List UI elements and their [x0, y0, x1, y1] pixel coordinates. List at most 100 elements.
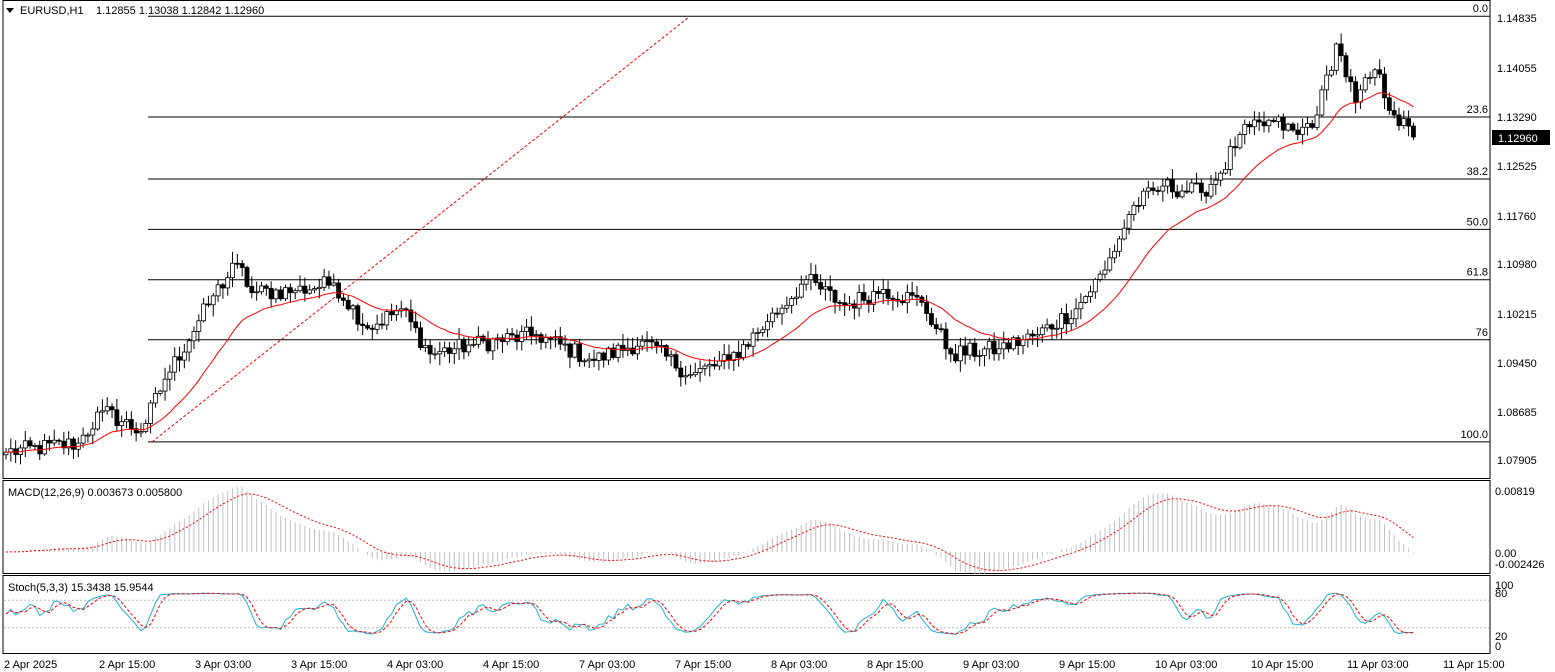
price-label: 1.12525 — [1497, 161, 1537, 173]
time-label: 3 Apr 15:00 — [291, 659, 347, 671]
candle-body — [1218, 172, 1224, 181]
candle-body — [692, 371, 698, 376]
candle-body — [779, 307, 785, 315]
candle-body — [769, 312, 775, 323]
fib-level-label: 100.0 — [1460, 429, 1488, 441]
candle-body — [861, 292, 867, 301]
main-price-panel[interactable] — [2, 0, 1491, 479]
candle-body — [1367, 77, 1373, 79]
candle-body — [22, 440, 28, 449]
candle-body — [345, 299, 351, 310]
candle-body — [442, 347, 448, 353]
time-label: 7 Apr 03:00 — [579, 659, 635, 671]
time-axis: 2 Apr 2025 2 Apr 15:00 3 Apr 03:00 3 Apr… — [4, 659, 1505, 671]
candle-body — [1189, 182, 1195, 193]
candle-body — [225, 277, 231, 289]
candle-body — [755, 332, 761, 334]
candle-body — [413, 321, 419, 329]
candle-body — [929, 313, 934, 326]
candle-body — [186, 340, 192, 353]
candle-body — [201, 303, 207, 322]
candle-body — [1155, 190, 1161, 192]
candle-body — [538, 334, 544, 343]
time-label: 3 Apr 03:00 — [195, 659, 251, 671]
candle-body — [1092, 278, 1098, 293]
candle-body — [302, 285, 308, 294]
candle-body — [900, 300, 905, 304]
candle-body — [143, 423, 149, 432]
candle-body — [567, 343, 573, 358]
candle-body — [837, 301, 843, 304]
candle-body — [794, 296, 799, 299]
candle-body — [365, 325, 370, 329]
candle-body — [1391, 110, 1397, 116]
candle-body — [1131, 205, 1137, 215]
candle-body — [1319, 89, 1325, 116]
candle-body — [249, 286, 255, 294]
candle-body — [1401, 118, 1407, 126]
candle-body — [422, 345, 428, 348]
candle-body — [215, 284, 221, 297]
candle-body — [996, 348, 1002, 355]
candle-body — [818, 282, 823, 290]
stoch-title: Stoch(5,3,3) 15.3438 15.9544 — [8, 582, 154, 594]
candle-body — [1300, 126, 1305, 135]
candle-body — [1179, 190, 1185, 198]
time-label: 11 Apr 15:00 — [1443, 659, 1505, 671]
price-axis: 1.14835 1.14055 1.13290 1.12525 1.11760 … — [1497, 13, 1537, 467]
chart-ohlc: 1.12855 1.13038 1.12842 1.12960 — [96, 5, 264, 17]
candle-body — [1227, 146, 1233, 170]
candle-body — [1044, 324, 1050, 329]
time-label: 9 Apr 03:00 — [963, 659, 1019, 671]
candle-body — [813, 274, 819, 283]
candle-body — [292, 290, 298, 294]
time-label: 4 Apr 15:00 — [483, 659, 539, 671]
candle-body — [32, 445, 38, 447]
candle-body — [1386, 97, 1392, 111]
candle-body — [914, 294, 920, 298]
stochastic-panel[interactable] — [2, 575, 1491, 654]
candle-body — [823, 286, 828, 290]
candle-body — [191, 331, 197, 342]
candle-body — [1309, 123, 1315, 128]
candle-body — [1064, 313, 1069, 325]
candle-body — [162, 378, 168, 392]
candle-body — [1290, 123, 1296, 131]
candle-body — [972, 342, 978, 357]
candle-body — [1088, 291, 1093, 297]
candle-body — [591, 358, 597, 361]
price-label: 1.11760 — [1497, 211, 1536, 223]
candle-body — [509, 333, 515, 336]
macd-panel[interactable] — [2, 480, 1491, 574]
candle-body — [635, 345, 640, 355]
candle-body — [673, 354, 679, 369]
candle-body — [528, 326, 534, 336]
candle-body — [596, 352, 602, 361]
candle-body — [321, 276, 327, 288]
fib-level-label: 61.8 — [1467, 267, 1488, 279]
candle-body — [138, 431, 144, 434]
candle-body — [1237, 134, 1243, 149]
candle-body — [678, 367, 684, 378]
trading-chart[interactable]: 0.0 23.6 38.2 50.0 61.8 76 100.0 EURUSD,H1 1.1… — [0, 0, 1555, 672]
time-label: 2 Apr 15:00 — [99, 659, 155, 671]
candle-body — [278, 289, 284, 300]
candle-body — [1329, 69, 1334, 76]
candle-body — [1232, 146, 1238, 149]
candle-body — [1314, 114, 1320, 128]
candle-body — [268, 287, 274, 300]
candle-body — [1165, 179, 1171, 187]
candle-body — [808, 274, 814, 281]
candle-body — [1126, 214, 1132, 229]
fib-level-label: 0.0 — [1473, 3, 1488, 15]
macd-title: MACD(12,26,9) 0.003673 0.005800 — [8, 487, 182, 499]
candle-body — [1406, 118, 1412, 127]
candle-body — [803, 279, 809, 285]
candle-body — [437, 351, 443, 355]
macd-axis-label: 0.00819 — [1495, 486, 1535, 498]
candle-body — [1358, 89, 1363, 103]
candle-body — [210, 295, 216, 306]
candle-body — [355, 305, 361, 325]
candle-body — [798, 283, 804, 298]
candle-body — [741, 344, 746, 358]
